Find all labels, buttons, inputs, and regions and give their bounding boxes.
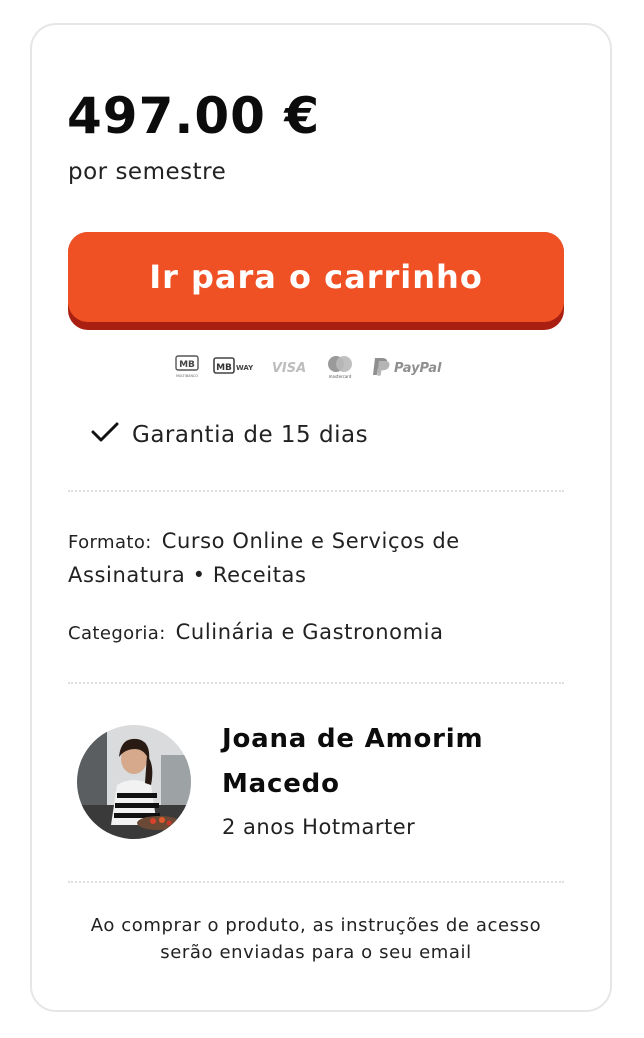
author-name[interactable]: Joana de Amorim Macedo — [222, 717, 542, 807]
format-info: Formato: Curso Online e Serviços de Assin… — [68, 525, 564, 593]
mbway-icon: MB WAY — [213, 355, 255, 379]
format-label: Formato: — [68, 532, 152, 553]
divider — [68, 881, 564, 883]
go-to-cart-label: Ir para o carrinho — [68, 232, 564, 322]
purchase-note: Ao comprar o produto, as instruções de a… — [90, 915, 542, 963]
divider — [68, 490, 564, 492]
multibanco-icon: MB MULTIBANCO — [175, 354, 199, 380]
author-meta: 2 anos Hotmarter — [222, 815, 416, 839]
category-info: Categoria: Culinária e Gastronomia — [68, 616, 564, 650]
guarantee-text: Garantia de 15 dias — [132, 422, 369, 448]
price-amount: 497.00 € — [67, 87, 321, 145]
svg-text:PayPal: PayPal — [394, 361, 442, 376]
svg-text:WAY: WAY — [236, 364, 254, 372]
svg-text:MB: MB — [216, 363, 232, 373]
category-label: Categoria: — [68, 623, 166, 644]
svg-text:VISA: VISA — [272, 361, 306, 376]
svg-text:mastercard: mastercard — [329, 374, 352, 379]
checkmark-icon — [90, 420, 120, 450]
product-purchase-card: 497.00 € por semestre Ir para o carrinho… — [30, 23, 612, 1012]
svg-text:MULTIBANCO: MULTIBANCO — [176, 374, 198, 378]
go-to-cart-button[interactable]: Ir para o carrinho — [68, 232, 564, 330]
category-value: Culinária e Gastronomia — [175, 620, 444, 644]
paypal-icon: PayPal — [371, 355, 451, 379]
divider — [68, 682, 564, 684]
author-avatar[interactable] — [77, 725, 191, 839]
price-period: por semestre — [68, 159, 227, 185]
payment-methods: MB MULTIBANCO MB WAY VISA mastercard Pay… — [175, 353, 451, 381]
svg-text:MB: MB — [179, 360, 195, 370]
mastercard-icon: mastercard — [323, 354, 357, 380]
guarantee: Garantia de 15 dias — [90, 420, 368, 450]
visa-icon: VISA — [269, 357, 309, 377]
